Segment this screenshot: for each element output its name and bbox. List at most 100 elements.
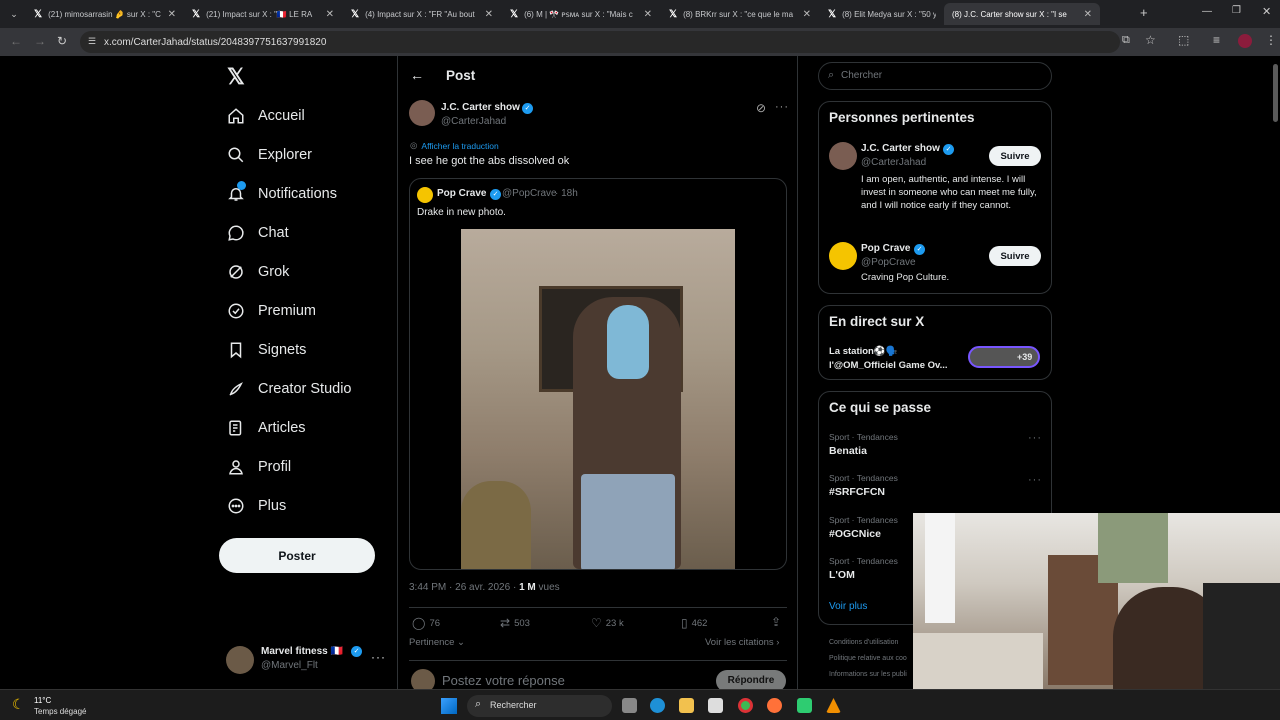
browser-tab[interactable]: 𝕏 (21) mimosarrasin 🤌 sur X : "C ✕ <box>26 3 184 25</box>
taskbar-search[interactable]: ⌕ Rechercher <box>467 695 612 717</box>
chrome-icon[interactable] <box>738 698 753 713</box>
nav-item-articles[interactable]: Articles <box>226 418 306 438</box>
nav-item-grok[interactable]: Grok <box>226 262 289 282</box>
browser-tab[interactable]: 𝕏 (4) Impact sur X : "FR "Au bout ✕ <box>343 3 501 25</box>
close-icon[interactable]: ✕ <box>168 9 176 20</box>
nav-item-home[interactable]: Accueil <box>226 106 305 126</box>
back-arrow-icon[interactable]: ← <box>410 67 424 83</box>
url-field[interactable]: ☰ x.com/CarterJahad/status/2048397751637… <box>80 31 1120 53</box>
nav-item-notifications[interactable]: Notifications <box>226 181 337 204</box>
tab-list-chevron-icon[interactable]: ⌄ <box>6 6 22 22</box>
edge-icon[interactable] <box>650 698 665 713</box>
bookmark-action[interactable]: ▯ 462 <box>681 616 707 630</box>
store-icon[interactable] <box>708 698 723 713</box>
account-name: Marvel fitness 🇫🇷 <box>261 646 343 657</box>
live-subtitle[interactable]: l'@OM_Officiel Game Ov... <box>829 360 955 371</box>
close-icon[interactable]: ✕ <box>326 9 334 20</box>
trend-name[interactable]: #OGCNice <box>829 528 881 540</box>
grok-icon[interactable]: ⊘ <box>756 101 766 115</box>
nav-item-bookmarks[interactable]: Signets <box>226 340 306 360</box>
share-icon[interactable]: ⇪ <box>771 615 781 629</box>
follow-button[interactable]: Suivre <box>989 146 1041 166</box>
repost-action[interactable]: ⇄ 503 <box>500 616 530 630</box>
close-icon[interactable]: ✕ <box>485 9 493 20</box>
footer-link[interactable]: Conditions d'utilisation <box>829 639 898 646</box>
nav-item-creator-studio[interactable]: Creator Studio <box>226 379 352 399</box>
account-switcher[interactable]: Marvel fitness 🇫🇷 ✓ @Marvel_Flt ··· <box>226 644 386 676</box>
translate-link[interactable]: ◎ Afficher la traduction <box>410 140 499 151</box>
forward-icon[interactable]: → <box>34 34 46 48</box>
profile-avatar-icon[interactable] <box>1238 34 1252 48</box>
reply-button[interactable]: Répondre <box>716 670 786 689</box>
follow-button[interactable]: Suivre <box>989 246 1041 266</box>
browser-tab[interactable]: 𝕏 (8) BRKrr sur X : "ce que le ma ✕ <box>661 3 819 25</box>
nav-item-profile[interactable]: Profil <box>226 457 291 477</box>
show-more-link[interactable]: Voir plus <box>829 601 867 612</box>
avatar[interactable] <box>829 142 857 170</box>
close-window-icon[interactable]: ✕ <box>1262 5 1271 18</box>
reply-input[interactable]: Postez votre réponse <box>442 673 565 688</box>
footer-link[interactable]: Politique relative aux coo <box>829 655 907 662</box>
back-icon[interactable]: ← <box>10 34 22 48</box>
site-info-icon[interactable]: ☰ <box>88 36 96 47</box>
avatar[interactable] <box>409 100 435 126</box>
browser-tab-active[interactable]: (8) J.C. Carter show sur X : "I se ✕ <box>944 3 1100 25</box>
browser-tab[interactable]: 𝕏 (6) M | 🎌 ᴘꜱᴍᴀ sur X : "Mais c ✕ <box>502 3 660 25</box>
reload-icon[interactable]: ↻ <box>57 34 67 48</box>
more-dots-icon[interactable]: ··· <box>1028 432 1042 444</box>
media-controls-icon[interactable]: ≡ <box>1213 33 1220 47</box>
x-logo-icon[interactable]: 𝕏 <box>227 64 245 90</box>
nav-item-more[interactable]: Plus <box>226 496 286 516</box>
more-dots-icon[interactable]: ··· <box>775 101 789 113</box>
nav-item-premium[interactable]: Premium <box>226 301 316 321</box>
trend-name[interactable]: #SRFCFCN <box>829 486 885 498</box>
browser-menu-icon[interactable]: ⋮ <box>1265 33 1277 47</box>
app-icon[interactable] <box>797 698 812 713</box>
live-listeners[interactable]: +39 <box>968 346 1040 368</box>
nav-item-chat[interactable]: Chat <box>226 223 289 243</box>
avatar[interactable] <box>829 242 857 270</box>
extensions-icon[interactable]: ⬚ <box>1178 33 1189 47</box>
post-photo[interactable] <box>461 229 735 569</box>
reply-action[interactable]: ◯ 76 <box>412 616 440 630</box>
browser-tab[interactable]: 𝕏 (8) Elit Medya sur X : "50 yap <box>820 3 944 25</box>
vlc-icon[interactable] <box>826 698 841 713</box>
browser-tab[interactable]: 𝕏 (21) Impact sur X : "🇫🇷 LE RA ✕ <box>184 3 342 25</box>
task-view-icon[interactable] <box>622 698 637 713</box>
person-name[interactable]: Pop Crave <box>861 243 910 254</box>
live-title[interactable]: La station⚽🗣️ <box>829 346 898 357</box>
quoted-post[interactable]: Pop Crave ✓ @PopCrave · 18h Drake in new… <box>409 178 787 570</box>
firefox-icon[interactable] <box>767 698 782 713</box>
close-icon[interactable]: ✕ <box>803 9 811 20</box>
new-tab-icon[interactable]: + <box>1140 5 1148 20</box>
trend-category: Sport · Tendances <box>829 432 898 442</box>
author-handle[interactable]: @CarterJahad <box>441 116 506 127</box>
post-button[interactable]: Poster <box>219 538 375 573</box>
page-scrollbar[interactable] <box>1273 64 1278 122</box>
search-box[interactable]: ⌕ Chercher <box>818 62 1052 90</box>
start-icon[interactable] <box>441 698 457 714</box>
minimize-icon[interactable]: — <box>1202 6 1212 17</box>
close-icon[interactable]: ✕ <box>644 9 652 20</box>
file-explorer-icon[interactable] <box>679 698 694 713</box>
footer-link[interactable]: Informations sur les publi <box>829 671 907 678</box>
sort-dropdown[interactable]: Pertinence ⌄ <box>409 637 465 648</box>
trend-name[interactable]: L'OM <box>829 569 855 581</box>
install-app-icon[interactable]: ⧉ <box>1122 34 1130 47</box>
trend-category: Sport · Tendances <box>829 556 898 566</box>
person-name[interactable]: J.C. Carter show <box>861 143 940 154</box>
nav-item-explore[interactable]: Explorer <box>226 145 312 165</box>
view-quotes-link[interactable]: Voir les citations › <box>705 637 779 648</box>
more-dots-icon[interactable]: ··· <box>1028 474 1042 486</box>
weather-temp[interactable]: 11°C <box>34 696 51 705</box>
weather-desc[interactable]: Temps dégagé <box>34 707 86 716</box>
author-name[interactable]: J.C. Carter show <box>441 102 520 113</box>
maximize-icon[interactable]: ❐ <box>1232 5 1241 16</box>
avatar <box>226 646 254 674</box>
trend-name[interactable]: Benatia <box>829 445 867 457</box>
more-dots-icon[interactable]: ··· <box>371 650 386 664</box>
bookmark-star-icon[interactable]: ☆ <box>1145 33 1156 47</box>
like-action[interactable]: ♡ 23 k <box>591 616 624 630</box>
moon-weather-icon[interactable]: ☾ <box>12 696 25 713</box>
close-icon[interactable]: ✕ <box>1084 9 1092 20</box>
